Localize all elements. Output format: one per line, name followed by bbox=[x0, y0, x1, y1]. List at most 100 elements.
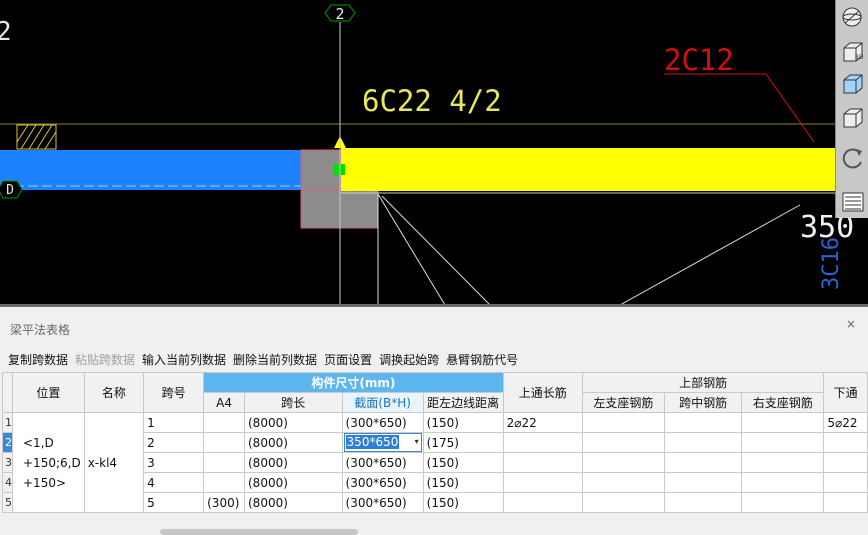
cell-section[interactable]: (300*650) bbox=[341, 452, 424, 473]
grid-panel-icon[interactable] bbox=[839, 190, 866, 214]
cell-top-long[interactable] bbox=[502, 452, 583, 473]
col-header-position[interactable]: 位置 bbox=[12, 372, 85, 413]
col-header-section[interactable]: 截面(B*H) bbox=[341, 392, 424, 413]
col-header-bottom[interactable]: 下通 bbox=[823, 372, 868, 413]
cell-span-no[interactable]: 3 bbox=[143, 452, 205, 473]
cell-mid[interactable] bbox=[663, 432, 743, 453]
cell-bottom[interactable] bbox=[823, 492, 868, 513]
beam-blue[interactable] bbox=[0, 150, 302, 190]
cad-viewport[interactable]: 2 D 2 6C22 4/2 2C12 350 3C16 bbox=[0, 0, 868, 305]
cell-top-long[interactable] bbox=[502, 432, 583, 453]
cell-position[interactable]: <1,D +150;6,D +150> bbox=[12, 412, 85, 513]
beam-table: 位置 名称 跨号 构件尺寸(mm) 上通长筋 上部钢筋 下通 A4 跨长 截面(… bbox=[2, 372, 868, 513]
cell-left-distance[interactable]: (150) bbox=[422, 492, 504, 513]
cell-left-distance[interactable]: (150) bbox=[422, 452, 504, 473]
cell-section[interactable]: (300*650) bbox=[341, 492, 424, 513]
page-setup-button[interactable]: 页面设置 bbox=[324, 350, 372, 370]
col-header-left-support[interactable]: 左支座钢筋 bbox=[581, 392, 665, 413]
cell-section[interactable]: (300*650) bbox=[341, 472, 424, 493]
cell-name[interactable]: x-kl4 bbox=[83, 412, 145, 513]
cell-span-no[interactable]: 2 bbox=[143, 432, 205, 453]
cell-section[interactable]: (300*650) bbox=[341, 412, 424, 433]
col-header-size-group[interactable]: 构件尺寸(mm) bbox=[203, 372, 504, 393]
row-number[interactable]: 2 bbox=[2, 432, 13, 453]
cell-bottom[interactable]: 5⌀22 bbox=[823, 412, 868, 433]
cell-left-support[interactable] bbox=[581, 432, 665, 453]
cell-a4[interactable] bbox=[203, 432, 245, 453]
rebar-annotation-top[interactable]: 6C22 4/2 bbox=[362, 84, 502, 118]
cell-bottom[interactable] bbox=[823, 432, 868, 453]
view-toolbar: 3D bbox=[835, 0, 868, 218]
col-header-right-support[interactable]: 右支座钢筋 bbox=[741, 392, 825, 413]
cell-span-length[interactable]: (8000) bbox=[244, 472, 343, 493]
cell-a4[interactable] bbox=[203, 452, 245, 473]
cell-span-length[interactable]: (8000) bbox=[244, 492, 343, 513]
cell-mid[interactable] bbox=[663, 452, 743, 473]
axis-bubble-left[interactable]: D bbox=[0, 180, 23, 199]
cell-top-long[interactable] bbox=[502, 492, 583, 513]
cell-right-support[interactable] bbox=[741, 492, 825, 513]
table-row[interactable]: 1 <1,D +150;6,D +150> x-kl4 1 (8000) (30… bbox=[2, 412, 868, 513]
cell-mid[interactable] bbox=[663, 412, 743, 433]
rebar-annotation-vertical: 3C16 bbox=[819, 237, 844, 290]
cell-bottom[interactable] bbox=[823, 472, 868, 493]
col-header-left-distance[interactable]: 距左边线距离 bbox=[422, 392, 504, 413]
cell-span-no[interactable]: 4 bbox=[143, 472, 205, 493]
col-header-top-group[interactable]: 上部钢筋 bbox=[581, 372, 825, 393]
col-header-span-no[interactable]: 跨号 bbox=[143, 372, 205, 413]
cell-span-no[interactable]: 5 bbox=[143, 492, 205, 513]
cell-mid[interactable] bbox=[663, 492, 743, 513]
cell-left-distance[interactable]: (150) bbox=[422, 412, 504, 433]
chevron-down-icon[interactable]: ▾ bbox=[415, 434, 419, 450]
row-number[interactable]: 5 bbox=[2, 492, 13, 513]
input-column-button[interactable]: 输入当前列数据 bbox=[142, 350, 226, 370]
horizontal-scrollbar[interactable] bbox=[160, 529, 358, 535]
cell-span-length[interactable]: (8000) bbox=[244, 452, 343, 473]
3d-box-icon[interactable]: 3D bbox=[839, 40, 866, 64]
row-number[interactable]: 1 bbox=[2, 412, 13, 433]
col-header-mid[interactable]: 跨中钢筋 bbox=[663, 392, 743, 413]
cell-top-long[interactable]: 2⌀22 bbox=[502, 412, 583, 433]
cell-top-long[interactable] bbox=[502, 472, 583, 493]
cell-mid[interactable] bbox=[663, 472, 743, 493]
cell-right-support[interactable] bbox=[741, 452, 825, 473]
close-icon[interactable]: × bbox=[846, 317, 856, 331]
cell-left-support[interactable] bbox=[581, 412, 665, 433]
delete-column-button[interactable]: 删除当前列数据 bbox=[233, 350, 317, 370]
col-header-span-length[interactable]: 跨长 bbox=[244, 392, 343, 413]
cell-left-support[interactable] bbox=[581, 452, 665, 473]
col-header-a4[interactable]: A4 bbox=[203, 392, 245, 413]
cell-span-length[interactable]: (8000) bbox=[244, 412, 343, 433]
cell-section-editing[interactable]: 350*650 ▾ bbox=[341, 432, 424, 453]
cell-right-support[interactable] bbox=[741, 472, 825, 493]
sphere-view-icon[interactable] bbox=[839, 5, 866, 29]
cell-left-support[interactable] bbox=[581, 472, 665, 493]
swap-start-span-button[interactable]: 调换起始跨 bbox=[379, 350, 439, 370]
box-view-icon[interactable] bbox=[839, 72, 866, 96]
cell-left-distance[interactable]: (175) bbox=[422, 432, 504, 453]
section-edit-value[interactable]: 350*650 bbox=[345, 435, 400, 449]
svg-text:3D: 3D bbox=[855, 54, 864, 61]
row-number[interactable]: 3 bbox=[2, 452, 13, 473]
row-number[interactable]: 4 bbox=[2, 472, 13, 493]
cell-span-no[interactable]: 1 bbox=[143, 412, 205, 433]
rotate-icon[interactable] bbox=[839, 146, 866, 170]
cantilever-rebar-code-button[interactable]: 悬臂钢筋代号 bbox=[446, 350, 518, 370]
section-dropdown[interactable]: 350*650 ▾ bbox=[343, 433, 422, 452]
cell-right-support[interactable] bbox=[741, 432, 825, 453]
cell-a4[interactable]: (300) bbox=[203, 492, 245, 513]
beam-yellow[interactable] bbox=[341, 148, 835, 191]
rebar-annotation-red[interactable]: 2C12 bbox=[664, 43, 734, 77]
cell-a4[interactable] bbox=[203, 472, 245, 493]
col-header-name[interactable]: 名称 bbox=[83, 372, 145, 413]
cell-right-support[interactable] bbox=[741, 412, 825, 433]
cell-bottom[interactable] bbox=[823, 452, 868, 473]
paste-span-button[interactable]: 粘贴跨数据 bbox=[75, 350, 135, 370]
cell-span-length[interactable]: (8000) bbox=[244, 432, 343, 453]
cell-left-distance[interactable]: (150) bbox=[422, 472, 504, 493]
box-outline-icon[interactable] bbox=[839, 106, 866, 130]
cell-left-support[interactable] bbox=[581, 492, 665, 513]
cell-a4[interactable] bbox=[203, 412, 245, 433]
col-header-top-long[interactable]: 上通长筋 bbox=[502, 372, 583, 413]
copy-span-button[interactable]: 复制跨数据 bbox=[8, 350, 68, 370]
